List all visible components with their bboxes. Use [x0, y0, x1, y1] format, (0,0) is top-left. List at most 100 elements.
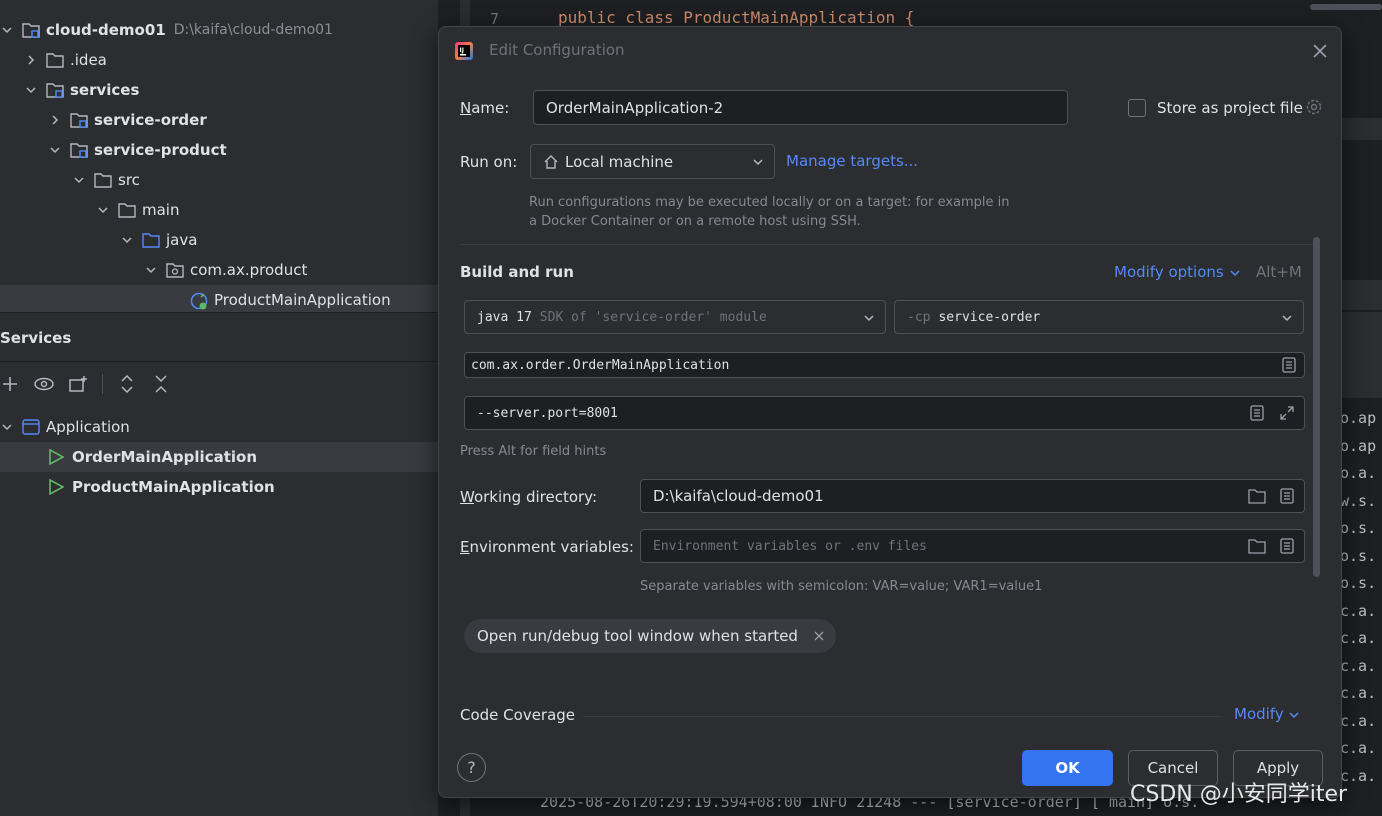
tree-item-label: service-product	[94, 141, 227, 159]
tree-item-main[interactable]: main	[0, 195, 438, 225]
main-class-value: com.ax.order.OrderMainApplication	[471, 357, 730, 373]
chevron-down-icon	[1229, 269, 1240, 276]
remove-icon[interactable]	[814, 631, 824, 641]
program-args-value: --server.port=8001	[477, 405, 618, 421]
code-line: public class ProductMainApplication {	[558, 8, 915, 27]
tree-item-label: src	[118, 171, 140, 189]
project-tree: cloud-demo01 D:\kaifa\cloud-demo01 .idea…	[0, 0, 438, 315]
divider	[460, 244, 1316, 245]
jdk-version: java 17	[477, 309, 532, 325]
console-fragment: c.a.	[1340, 739, 1377, 757]
tree-item-service-order[interactable]: service-order	[0, 105, 438, 135]
editor-scrollbar[interactable]	[1310, 4, 1382, 10]
cp-module: service-order	[938, 309, 1041, 325]
eye-icon[interactable]	[34, 374, 54, 394]
settings-gear-icon[interactable]	[1305, 98, 1323, 116]
folder-icon	[94, 172, 112, 188]
chevron-right-icon[interactable]	[24, 53, 38, 67]
manage-targets-link[interactable]: Manage targets...	[786, 152, 918, 170]
chevron-down-icon[interactable]	[96, 203, 110, 217]
classpath-select[interactable]: -cp service-order	[894, 300, 1304, 334]
console-output: o.ap o.ap o.a. w.s. o.s. o.s. o.s. c.a. c.a. c.a.…	[1340, 405, 1382, 790]
chevron-down-icon[interactable]	[48, 143, 62, 157]
dialog-scrollbar[interactable]	[1313, 237, 1320, 577]
expand-icon[interactable]	[1278, 404, 1296, 422]
new-group-icon[interactable]	[68, 374, 88, 394]
folder-icon[interactable]	[1248, 537, 1266, 555]
run-icon	[48, 479, 66, 495]
console-fragment: c.a.	[1340, 601, 1377, 620]
chevron-down-icon[interactable]	[0, 420, 14, 434]
tree-item-java[interactable]: java	[0, 225, 438, 255]
folder-icon[interactable]	[1248, 487, 1266, 505]
editor-highlight	[1342, 118, 1382, 140]
editor-panel-edge	[1342, 280, 1382, 310]
tree-item-src[interactable]: src	[0, 165, 438, 195]
chevron-down-icon[interactable]	[24, 83, 38, 97]
run-on-select[interactable]: Local machine	[530, 144, 775, 179]
collapse-all-icon[interactable]	[151, 374, 171, 394]
modify-options-label: Modify options	[1114, 263, 1224, 281]
env-vars-input[interactable]: Environment variables or .env files	[640, 529, 1305, 563]
tree-item-idea[interactable]: .idea	[0, 45, 438, 75]
tree-item-product-main[interactable]: ProductMainApplication	[0, 285, 438, 315]
option-chip-label: Open run/debug tool window when started	[477, 627, 798, 645]
option-chip[interactable]: Open run/debug tool window when started	[464, 619, 836, 653]
chevron-down-icon[interactable]	[144, 263, 158, 277]
add-icon[interactable]	[0, 374, 20, 394]
tree-item-services[interactable]: services	[0, 75, 438, 105]
app-label: OrderMainApplication	[72, 448, 258, 466]
working-dir-value: D:\kaifa\cloud-demo01	[653, 487, 824, 505]
home-icon	[543, 154, 559, 170]
tree-item-label: .idea	[70, 51, 107, 69]
ok-button[interactable]: OK	[1022, 750, 1113, 786]
close-icon[interactable]	[1312, 43, 1328, 59]
program-args-input[interactable]: --server.port=8001	[464, 396, 1305, 430]
service-product-main-app[interactable]: ProductMainApplication	[0, 472, 438, 502]
tree-item-service-product[interactable]: service-product	[0, 135, 438, 165]
console-fragment: o.s.	[1340, 546, 1377, 565]
working-dir-input[interactable]: D:\kaifa\cloud-demo01	[640, 479, 1305, 513]
main-class-input[interactable]: com.ax.order.OrderMainApplication	[464, 352, 1305, 378]
services-toolbar	[0, 369, 438, 399]
tree-root[interactable]: cloud-demo01 D:\kaifa\cloud-demo01	[0, 15, 438, 45]
module-folder-icon	[70, 112, 88, 128]
list-icon[interactable]	[1248, 404, 1266, 422]
working-dir-label: Working directory:	[460, 488, 598, 506]
build-run-heading: Build and run	[460, 263, 574, 281]
module-folder-icon	[70, 142, 88, 158]
chevron-right-icon[interactable]	[48, 113, 62, 127]
package-icon	[166, 262, 184, 278]
run-on-hint: Run configurations may be executed local…	[529, 195, 1010, 229]
name-label: Name:	[460, 99, 510, 117]
tree-root-path: D:\kaifa\cloud-demo01	[173, 22, 333, 38]
help-button[interactable]: ?	[457, 753, 486, 782]
folder-icon	[46, 52, 64, 68]
expand-all-icon[interactable]	[117, 374, 137, 394]
tree-item-label: com.ax.product	[190, 261, 308, 279]
store-project-checkbox[interactable]	[1128, 99, 1146, 117]
toolbar-separator	[102, 374, 103, 394]
tree-item-label: ProductMainApplication	[214, 291, 391, 309]
coverage-modify-link[interactable]: Modify	[1234, 705, 1300, 723]
list-icon[interactable]	[1278, 537, 1296, 555]
chevron-down-icon[interactable]	[120, 233, 134, 247]
chevron-down-icon[interactable]	[0, 23, 14, 37]
list-icon[interactable]	[1280, 356, 1298, 374]
service-order-main-app[interactable]: OrderMainApplication	[0, 442, 438, 472]
name-input[interactable]: OrderMainApplication-2	[533, 90, 1068, 125]
chevron-down-icon	[1281, 312, 1293, 324]
console-fragment: c.a.	[1340, 656, 1377, 675]
env-vars-label: Environment variables:	[460, 538, 634, 556]
jdk-select[interactable]: java 17 SDK of 'service-order' module	[464, 300, 886, 334]
svg-text:IJ: IJ	[460, 47, 464, 54]
chevron-down-icon[interactable]	[72, 173, 86, 187]
list-icon[interactable]	[1278, 487, 1296, 505]
module-folder-icon	[46, 82, 64, 98]
app-label: ProductMainApplication	[72, 478, 275, 496]
tree-item-package[interactable]: com.ax.product	[0, 255, 438, 285]
modify-options-link[interactable]: Modify options	[1114, 263, 1241, 281]
services-group-application[interactable]: Application	[0, 412, 438, 442]
group-label: Application	[46, 418, 130, 436]
console-fragment: o.ap	[1340, 436, 1377, 455]
